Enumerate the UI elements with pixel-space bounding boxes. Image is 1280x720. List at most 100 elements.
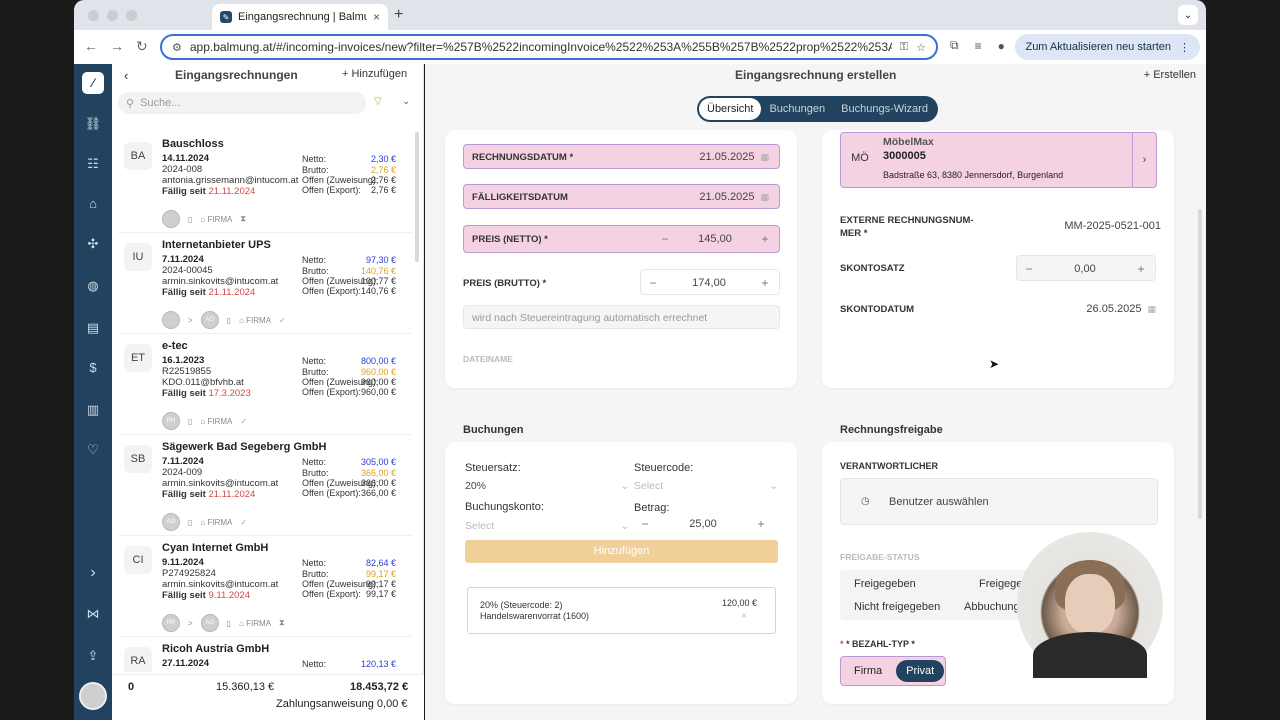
rechnungsdatum-field[interactable]: RECHNUNGSDATUM * 21.05.2025 ▦ — [463, 144, 780, 169]
more-menu-icon[interactable]: ⋮ — [1179, 41, 1190, 54]
main-scrollbar[interactable] — [1198, 209, 1202, 519]
flow-icon[interactable]: ⛓ — [74, 116, 112, 132]
clock-icon: ◷ — [861, 496, 870, 507]
back-chevron-icon[interactable]: ‹ — [124, 68, 128, 83]
list-item[interactable]: IU Internetanbieter UPS 7.11.2024 2024-0… — [118, 233, 412, 334]
minus-icon[interactable]: − — [1021, 262, 1037, 276]
book-icon[interactable]: ▤ — [74, 320, 112, 336]
calendar-icon[interactable]: ▦ — [760, 152, 769, 162]
app-logo-icon[interactable]: ⁄ — [82, 72, 104, 94]
avatar — [162, 210, 180, 228]
new-tab-button[interactable]: + — [394, 6, 403, 24]
tab-buchungen[interactable]: Buchungen — [761, 98, 833, 120]
remove-entry-icon[interactable]: × — [741, 611, 747, 622]
faelligkeitsdatum-value: 21.05.2025 — [699, 191, 755, 203]
supplier-select[interactable]: MÖ MöbelMax 3000005 Badstraße 63, 8380 J… — [840, 132, 1157, 188]
list-item[interactable]: ET e-tec 16.1.2023 R22519855 KDO.011@bfv… — [118, 334, 412, 435]
chevron-right-icon[interactable]: › — [1132, 133, 1156, 187]
close-window-button[interactable] — [88, 10, 99, 21]
chevron-down-icon[interactable]: ⌄ — [402, 96, 410, 107]
nodes-icon[interactable]: ✣ — [74, 236, 112, 252]
bookmark-star-icon[interactable]: ☆ — [916, 41, 926, 54]
steuercode-select[interactable]: Select ⌄ — [634, 480, 778, 492]
skontodatum-input[interactable]: 26.05.2025 ▦ — [1086, 303, 1156, 315]
update-button[interactable]: Zum Aktualisieren neu starten ⋮ — [1015, 34, 1200, 60]
create-button[interactable]: + Erstellen — [1144, 69, 1196, 81]
list-scrollbar[interactable] — [415, 132, 419, 262]
share-icon[interactable]: ⋈ — [74, 606, 112, 622]
ext-nr-input[interactable]: MM-2025-0521-001 — [1064, 220, 1161, 232]
user-select[interactable]: ◷ Benutzer auswählen — [840, 478, 1158, 525]
zoom-window-button[interactable] — [126, 10, 137, 21]
forward-icon[interactable]: → — [110, 38, 124, 55]
users-icon[interactable]: ☷ — [74, 156, 112, 172]
site-settings-icon[interactable]: ⚙ — [172, 41, 182, 54]
chart-icon[interactable]: ▥ — [74, 402, 112, 418]
bezahltyp-firma[interactable]: Firma — [844, 660, 892, 682]
list-item[interactable]: RA Ricoh Austria GmbH 27.11.2024 Netto: … — [118, 637, 412, 672]
item-number: 2024-008 — [162, 164, 203, 175]
plus-icon[interactable]: + — [753, 517, 769, 531]
media-icon[interactable]: ≡ — [975, 39, 982, 53]
bezahltyp-privat[interactable]: Privat — [896, 660, 945, 682]
rechnungsdatum-value: 21.05.2025 — [699, 151, 755, 163]
skontosatz-stepper[interactable]: − 0,00 + — [1016, 255, 1156, 281]
hinzufuegen-button[interactable]: Hinzufügen — [465, 540, 778, 563]
minus-icon[interactable]: − — [645, 276, 661, 290]
address-bar[interactable]: ⚙ app.balmung.at/#/incoming-invoices/new… — [160, 34, 938, 60]
heart-icon[interactable]: ♡ — [74, 442, 112, 458]
reload-icon[interactable]: ↻ — [136, 38, 148, 55]
buchung-entry[interactable]: 20% (Steuercode: 2) Handelswarenvorrat (… — [467, 587, 776, 634]
status-freigegeben[interactable]: Freigegeben — [844, 573, 926, 595]
chevron-down-icon: ⌄ — [769, 480, 778, 492]
search-input[interactable]: ⚲ Suche... — [118, 92, 366, 114]
mouse-cursor-icon: ➤ — [989, 357, 1000, 371]
label-brutto: Brutto: — [302, 468, 329, 478]
close-tab-icon[interactable]: × — [373, 10, 380, 24]
supplier-address: Badstraße 63, 8380 Jennersdorf, Burgenla… — [883, 170, 1064, 180]
key-icon[interactable]: ⚿ — [900, 41, 908, 54]
minus-icon[interactable]: − — [657, 232, 673, 246]
calendar-icon[interactable]: ▦ — [1147, 304, 1156, 314]
betrag-stepper[interactable]: − 25,00 + — [637, 517, 769, 531]
chevron-right-icon[interactable]: › — [74, 564, 112, 582]
freigabe-status-label: FREIGABE-STATUS — [840, 552, 920, 562]
user-avatar[interactable] — [79, 682, 107, 710]
plus-icon[interactable]: + — [757, 232, 773, 246]
upload-icon[interactable]: ⇪ — [74, 648, 112, 664]
browser-tab[interactable]: ✎ Eingangsrechnung | Balmung × — [212, 4, 388, 30]
plus-icon[interactable]: + — [1133, 262, 1149, 276]
dollar-icon[interactable]: $ — [74, 360, 112, 375]
value-brutto: 960,00 € — [360, 367, 396, 377]
avatar: RH — [162, 412, 180, 430]
calendar-icon[interactable]: ▦ — [760, 192, 769, 202]
status-nicht-freigegeben[interactable]: Nicht freigegeben — [844, 596, 950, 618]
add-invoice-button[interactable]: + Hinzufügen — [342, 68, 407, 80]
back-icon[interactable]: ← — [84, 38, 98, 55]
bag-icon[interactable]: ⌂ — [74, 196, 112, 211]
bezahltyp-label: * * BEZAHL-TYP * — [840, 639, 915, 649]
preis-brutto-stepper[interactable]: − 174,00 + — [640, 269, 780, 295]
faelligkeitsdatum-field[interactable]: FÄLLIGKEITSDATUM 21.05.2025 ▦ — [463, 184, 780, 209]
search-placeholder: Suche... — [140, 97, 181, 109]
list-item[interactable]: BA Bauschloss 14.11.2024 2024-008 antoni… — [118, 132, 412, 233]
steuersatz-select[interactable]: 20% ⌄ — [465, 480, 629, 492]
avatar: AO — [200, 311, 219, 329]
minimize-window-button[interactable] — [107, 10, 118, 21]
plus-icon[interactable]: + — [757, 276, 773, 290]
globe-icon[interactable]: ◍ — [74, 278, 112, 294]
tab-uebersicht[interactable]: Übersicht — [699, 98, 762, 120]
list-item[interactable]: SB Sägewerk Bad Segeberg GmbH 7.11.2024 … — [118, 435, 412, 536]
extensions-icon[interactable]: ⧉ — [950, 38, 959, 53]
tab-buchungs-wizard[interactable]: Buchungs-Wizard — [833, 98, 936, 120]
preis-netto-field[interactable]: PREIS (NETTO) * − 145,00 + — [463, 225, 780, 253]
tab-bar: ✎ Eingangsrechnung | Balmung × + ⌄ — [74, 0, 1206, 30]
profile-icon[interactable]: ● — [998, 39, 1005, 53]
minus-icon[interactable]: − — [637, 517, 653, 531]
list-item[interactable]: CI Cyan Internet GmbH 9.11.2024 P2749258… — [118, 536, 412, 637]
item-abbr: SB — [124, 445, 152, 473]
buchungskonto-select[interactable]: Select ⌄ — [465, 520, 629, 532]
item-number: P274925824 — [162, 568, 216, 579]
tab-search-button[interactable]: ⌄ — [1178, 5, 1198, 25]
filter-icon[interactable]: ▽ — [374, 96, 382, 107]
